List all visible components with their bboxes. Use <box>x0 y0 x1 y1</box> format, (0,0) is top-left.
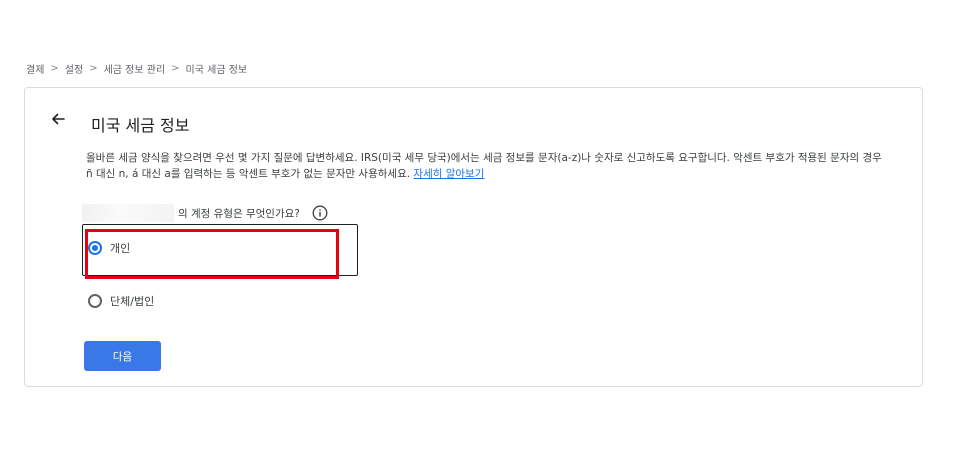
redacted-account-name <box>82 204 174 222</box>
breadcrumb-item-settings[interactable]: 설정 <box>65 61 83 76</box>
breadcrumb-item-tax-info-manage[interactable]: 세금 정보 관리 <box>104 61 166 76</box>
description: 올바른 세금 양식을 찾으려면 우선 몇 가지 질문에 답변하세요. IRS(미… <box>86 150 886 182</box>
option-entity-label: 단체/법인 <box>110 295 155 308</box>
breadcrumb-item-billing[interactable]: 결제 <box>26 61 44 76</box>
breadcrumb-separator: > <box>50 63 59 74</box>
annotation-highlight-box <box>85 229 339 279</box>
question-label: 의 계정 유형은 무엇인가요? <box>178 207 300 220</box>
arrow-back-icon <box>50 111 66 131</box>
tax-info-card: 미국 세금 정보 올바른 세금 양식을 찾으려면 우선 몇 가지 질문에 답변하… <box>24 87 923 387</box>
option-entity[interactable]: 단체/법인 <box>88 293 154 309</box>
next-button[interactable]: 다음 <box>84 341 161 371</box>
breadcrumb-separator: > <box>171 63 180 74</box>
page-title: 미국 세금 정보 <box>91 116 190 135</box>
info-icon[interactable] <box>312 205 328 221</box>
breadcrumb-separator: > <box>89 63 98 74</box>
back-button[interactable] <box>47 110 69 132</box>
breadcrumb: 결제 > 설정 > 세금 정보 관리 > 미국 세금 정보 <box>26 61 247 76</box>
breadcrumb-item-us-tax-info: 미국 세금 정보 <box>185 65 248 76</box>
learn-more-link[interactable]: 자세히 알아보기 <box>413 168 484 180</box>
radio-unchecked-icon[interactable] <box>88 294 102 308</box>
account-type-question: 의 계정 유형은 무엇인가요? <box>82 204 328 222</box>
